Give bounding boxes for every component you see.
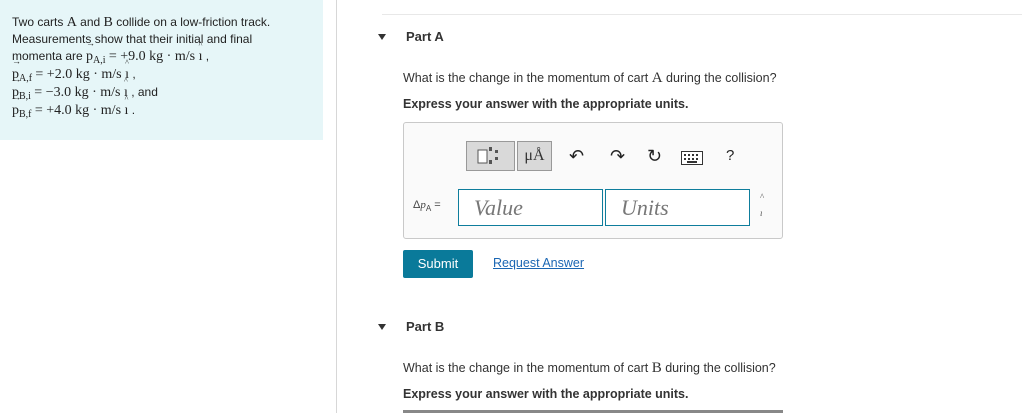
units-button[interactable]: μÅ xyxy=(517,141,552,171)
undo-icon[interactable]: ↶ xyxy=(569,145,584,167)
problem-text: Two carts xyxy=(12,15,67,29)
problem-line-2: Measurements show that their initial and… xyxy=(12,32,253,46)
part-a-question: What is the change in the momentum of ca… xyxy=(403,70,777,87)
problem-statement: Two carts A and B collide on a low-frict… xyxy=(0,0,323,140)
problem-line-1: Two carts A and B collide on a low-frict… xyxy=(12,14,311,31)
momentum-value: = −3.0 kg · m/s xyxy=(34,85,124,100)
unit-vector-i-icon: ı xyxy=(760,208,763,218)
templates-button[interactable] xyxy=(466,141,515,171)
momentum-vector-symbol: p xyxy=(86,39,93,65)
part-b-title[interactable]: Part B xyxy=(406,319,444,334)
problem-text: momenta are xyxy=(12,49,87,63)
part-b-question: What is the change in the momentum of ca… xyxy=(403,360,776,377)
problem-line-4: pA,f = +2.0 kg · m/s ı , xyxy=(12,57,311,84)
question-text: during the collision? xyxy=(662,71,777,85)
momentum-value: = +2.0 kg · m/s xyxy=(35,67,126,82)
momentum-value: = +9.0 kg · m/s xyxy=(108,49,199,64)
subscript: B,f xyxy=(19,109,32,120)
momentum-value: = +4.0 kg · m/s xyxy=(34,103,125,118)
reset-icon[interactable]: ↻ xyxy=(647,145,662,167)
panel-divider xyxy=(336,0,337,413)
question-text: What is the change in the momentum of ca… xyxy=(403,361,652,375)
problem-line-5: pB,i = −3.0 kg · m/s ı , and xyxy=(12,75,311,102)
templates-icon xyxy=(477,147,498,164)
question-text: What is the change in the momentum of ca… xyxy=(403,71,652,85)
collapse-part-a-icon[interactable] xyxy=(378,34,386,40)
cart-b-symbol: B xyxy=(103,15,113,30)
question-text: during the collision? xyxy=(661,361,776,375)
collapse-part-b-icon[interactable] xyxy=(378,324,386,330)
unit-vector-i: ı xyxy=(199,41,203,65)
redo-icon[interactable]: ↷ xyxy=(610,145,625,167)
punct: , and xyxy=(127,85,158,99)
unit-vector-i: ı xyxy=(125,95,129,119)
part-a-instruction: Express your answer with the appropriate… xyxy=(403,97,689,111)
top-rule xyxy=(382,14,1022,15)
punct: , xyxy=(128,67,136,81)
keyboard-icon[interactable] xyxy=(681,148,703,170)
problem-text: collide on a low-friction track. xyxy=(112,15,271,29)
momentum-vector-symbol: p xyxy=(12,93,19,119)
value-input[interactable]: Value xyxy=(458,189,603,226)
cart-symbol: A xyxy=(651,70,663,86)
units-input[interactable]: Units xyxy=(605,189,750,226)
problem-text: and xyxy=(76,15,104,29)
request-answer-link[interactable]: Request Answer xyxy=(493,256,584,270)
caret-vector-icon: ^ xyxy=(760,192,765,202)
part-b-instruction: Express your answer with the appropriate… xyxy=(403,387,689,401)
punct: . xyxy=(128,103,136,117)
problem-line-6: pB,f = +4.0 kg · m/s ı . xyxy=(12,93,311,120)
cart-a-symbol: A xyxy=(66,15,77,30)
cart-symbol: B xyxy=(651,360,662,376)
subscript: A,i xyxy=(93,55,106,66)
help-button[interactable]: ? xyxy=(726,145,734,167)
part-a-title[interactable]: Part A xyxy=(406,29,444,44)
delta-p-a-label: ΔpA = xyxy=(413,199,441,213)
submit-button[interactable]: Submit xyxy=(403,250,473,278)
punct: , xyxy=(202,49,210,63)
problem-line-3: momenta are pA,i = +9.0 kg · m/s ı , xyxy=(12,39,311,66)
equals-sign: = xyxy=(431,199,441,211)
